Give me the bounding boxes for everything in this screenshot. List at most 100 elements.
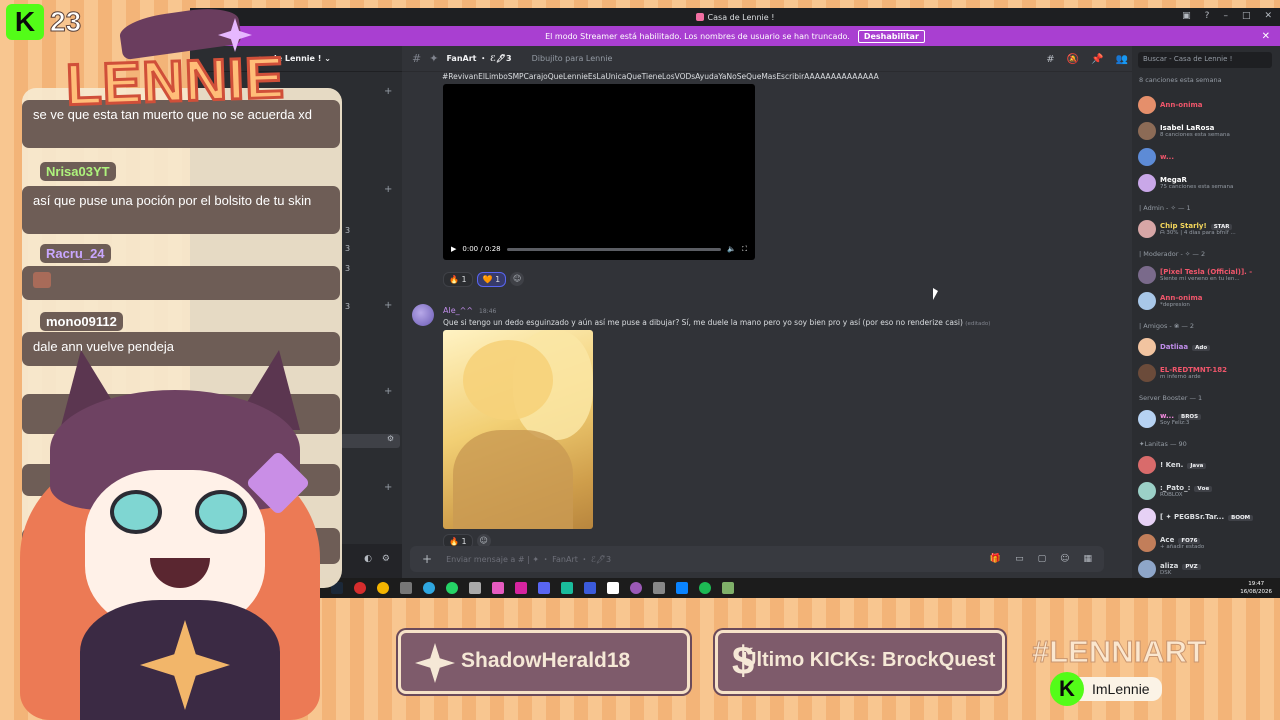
avatar[interactable]: [1138, 122, 1156, 140]
close-window-button[interactable]: ✕: [1264, 11, 1272, 21]
app-icon[interactable]: [653, 582, 665, 594]
member-item[interactable]: [Pixel Tesla (Official)]. - Siente mi ven…: [1138, 264, 1276, 286]
app-icon[interactable]: [400, 582, 412, 594]
member-item[interactable]: w... BROS Soy Feliz:3: [1138, 408, 1276, 430]
search-input[interactable]: Buscar - Casa de Lennie !: [1138, 52, 1272, 68]
chat-message: así que puse una poción por el bolsito d…: [22, 186, 340, 234]
member-item[interactable]: MegaR 75 canciones esta semana: [1138, 172, 1276, 194]
add-channel-icon[interactable]: +: [384, 482, 392, 493]
settings-icon[interactable]: ⚙: [382, 554, 390, 564]
reaction-heart[interactable]: 🧡 1: [476, 272, 507, 287]
threads-icon[interactable]: #: [1046, 54, 1054, 65]
app-icon[interactable]: [676, 582, 688, 594]
instagram-icon[interactable]: [515, 582, 527, 594]
chat-username: mono09112: [40, 312, 123, 331]
avatar[interactable]: [1138, 174, 1156, 192]
member-item[interactable]: w...: [1138, 146, 1276, 168]
whatsapp-icon[interactable]: [446, 582, 458, 594]
channel-badge: 3: [345, 302, 351, 311]
kick-logo: K: [6, 4, 44, 40]
edge-icon[interactable]: [423, 582, 435, 594]
avatar[interactable]: [1138, 96, 1156, 114]
member-item[interactable]: Datliaa Ado: [1138, 336, 1276, 358]
discord-icon[interactable]: [538, 582, 550, 594]
channel-name: FanArt ・ ℰ🖊3: [446, 54, 512, 63]
minimize-button[interactable]: –: [1223, 11, 1228, 21]
app-icon[interactable]: [630, 582, 642, 594]
member-item[interactable]: Ace FO76 + añadir estado: [1138, 532, 1276, 554]
add-channel-icon[interactable]: +: [384, 184, 392, 195]
gif-icon[interactable]: ▭: [1015, 554, 1024, 564]
app-icon[interactable]: [722, 582, 734, 594]
spotify-icon[interactable]: [699, 582, 711, 594]
fanart-image-attachment[interactable]: [443, 330, 593, 529]
avatar[interactable]: [1138, 338, 1156, 356]
disable-streamer-button[interactable]: Deshabilitar: [857, 29, 925, 43]
avatar[interactable]: [1138, 292, 1156, 310]
capcut-icon[interactable]: [607, 582, 619, 594]
member-name: aliza PVZ: [1160, 562, 1201, 570]
avatar[interactable]: [1138, 534, 1156, 552]
avatar[interactable]: [1138, 266, 1156, 284]
member-item[interactable]: Ann-onima *depresion: [1138, 290, 1276, 312]
video-attachment[interactable]: ▶ 0:00 / 0:28 🔈 ⛶: [443, 84, 755, 260]
add-channel-icon[interactable]: +: [384, 86, 392, 97]
app-icon[interactable]: [584, 582, 596, 594]
sticker-icon[interactable]: ▢: [1038, 554, 1047, 564]
emoji-icon[interactable]: ☺: [1060, 554, 1069, 564]
play-icon[interactable]: ▶: [451, 245, 456, 253]
avatar[interactable]: [1138, 220, 1156, 238]
mute-bell-icon[interactable]: 🔕: [1067, 54, 1079, 65]
add-channel-icon[interactable]: +: [384, 386, 392, 397]
pin-icon[interactable]: 📌: [1091, 54, 1103, 65]
voice-settings[interactable]: ⚙: [340, 434, 400, 448]
opera-icon[interactable]: [354, 582, 366, 594]
avatar[interactable]: [1138, 560, 1156, 578]
avatar[interactable]: [1138, 148, 1156, 166]
app-icon[interactable]: [492, 582, 504, 594]
fullscreen-icon[interactable]: ⛶: [742, 245, 747, 254]
app-icon[interactable]: [561, 582, 573, 594]
taskbar-clock[interactable]: 19:47 16/08/2026: [1240, 580, 1272, 596]
reaction-fire[interactable]: 🔥 1: [443, 272, 473, 287]
apps-icon[interactable]: ▦: [1083, 554, 1092, 564]
avatar[interactable]: [1138, 508, 1156, 526]
member-item[interactable]: Ann-onima: [1138, 94, 1276, 116]
member-list-icon[interactable]: 👥: [1116, 54, 1128, 65]
video-progress-track[interactable]: [506, 247, 722, 251]
maximize-button[interactable]: □: [1242, 11, 1251, 21]
close-banner-icon[interactable]: ✕: [1262, 31, 1270, 42]
app-icon[interactable]: [469, 582, 481, 594]
avatar[interactable]: [1138, 410, 1156, 428]
message-author[interactable]: Ale_^^ 18:46: [443, 306, 496, 315]
avatar[interactable]: [1138, 364, 1156, 382]
avatar[interactable]: [1138, 482, 1156, 500]
member-item[interactable]: EL-REDTMNT-182 m infernó arde: [1138, 362, 1276, 384]
member-status: DSK: [1160, 570, 1172, 576]
add-channel-icon[interactable]: +: [384, 300, 392, 311]
member-name: Isabel LaRosa: [1160, 124, 1215, 132]
member-name: w...: [1160, 153, 1174, 161]
window-titlebar: Casa de Lennie ! ▣ ? – □ ✕: [190, 8, 1280, 26]
member-item[interactable]: [ ✦ PEGBSr.Tar... BOOM: [1138, 506, 1276, 528]
volume-icon[interactable]: 🔈: [727, 245, 736, 253]
gift-icon[interactable]: 🎁: [990, 554, 1001, 564]
member-item[interactable]: ! Ken. Java: [1138, 454, 1276, 476]
member-item[interactable]: :_Pato_: ᐯoe ROBLOX: [1138, 480, 1276, 502]
member-item[interactable]: Isabel LaRosa 8 canciones esta semana: [1138, 120, 1276, 142]
avatar[interactable]: [412, 304, 434, 326]
member-item[interactable]: Chip Starly! STAR ᗩ 30% | 4 días para bfnl…: [1138, 218, 1276, 240]
headset-icon[interactable]: ◐: [364, 554, 372, 564]
member-item[interactable]: aliza PVZ DSK: [1138, 558, 1276, 578]
channel-topic[interactable]: Dibujito para Lennie: [532, 54, 613, 63]
handle-name: ImLennie: [1074, 677, 1162, 701]
add-reaction-icon[interactable]: ☺: [510, 272, 525, 286]
help-icon[interactable]: ?: [1205, 11, 1210, 21]
member-tag: BOOM: [1228, 515, 1254, 521]
message-timestamp: 18:46: [479, 308, 497, 315]
avatar[interactable]: [1138, 456, 1156, 474]
message-composer[interactable]: + Enviar mensaje a # | ✦ ・ FanArt ・ ℰ🖊3 …: [410, 546, 1104, 572]
chrome-icon[interactable]: [377, 582, 389, 594]
inbox-icon[interactable]: ▣: [1182, 11, 1191, 21]
attach-plus-icon[interactable]: +: [422, 552, 432, 566]
